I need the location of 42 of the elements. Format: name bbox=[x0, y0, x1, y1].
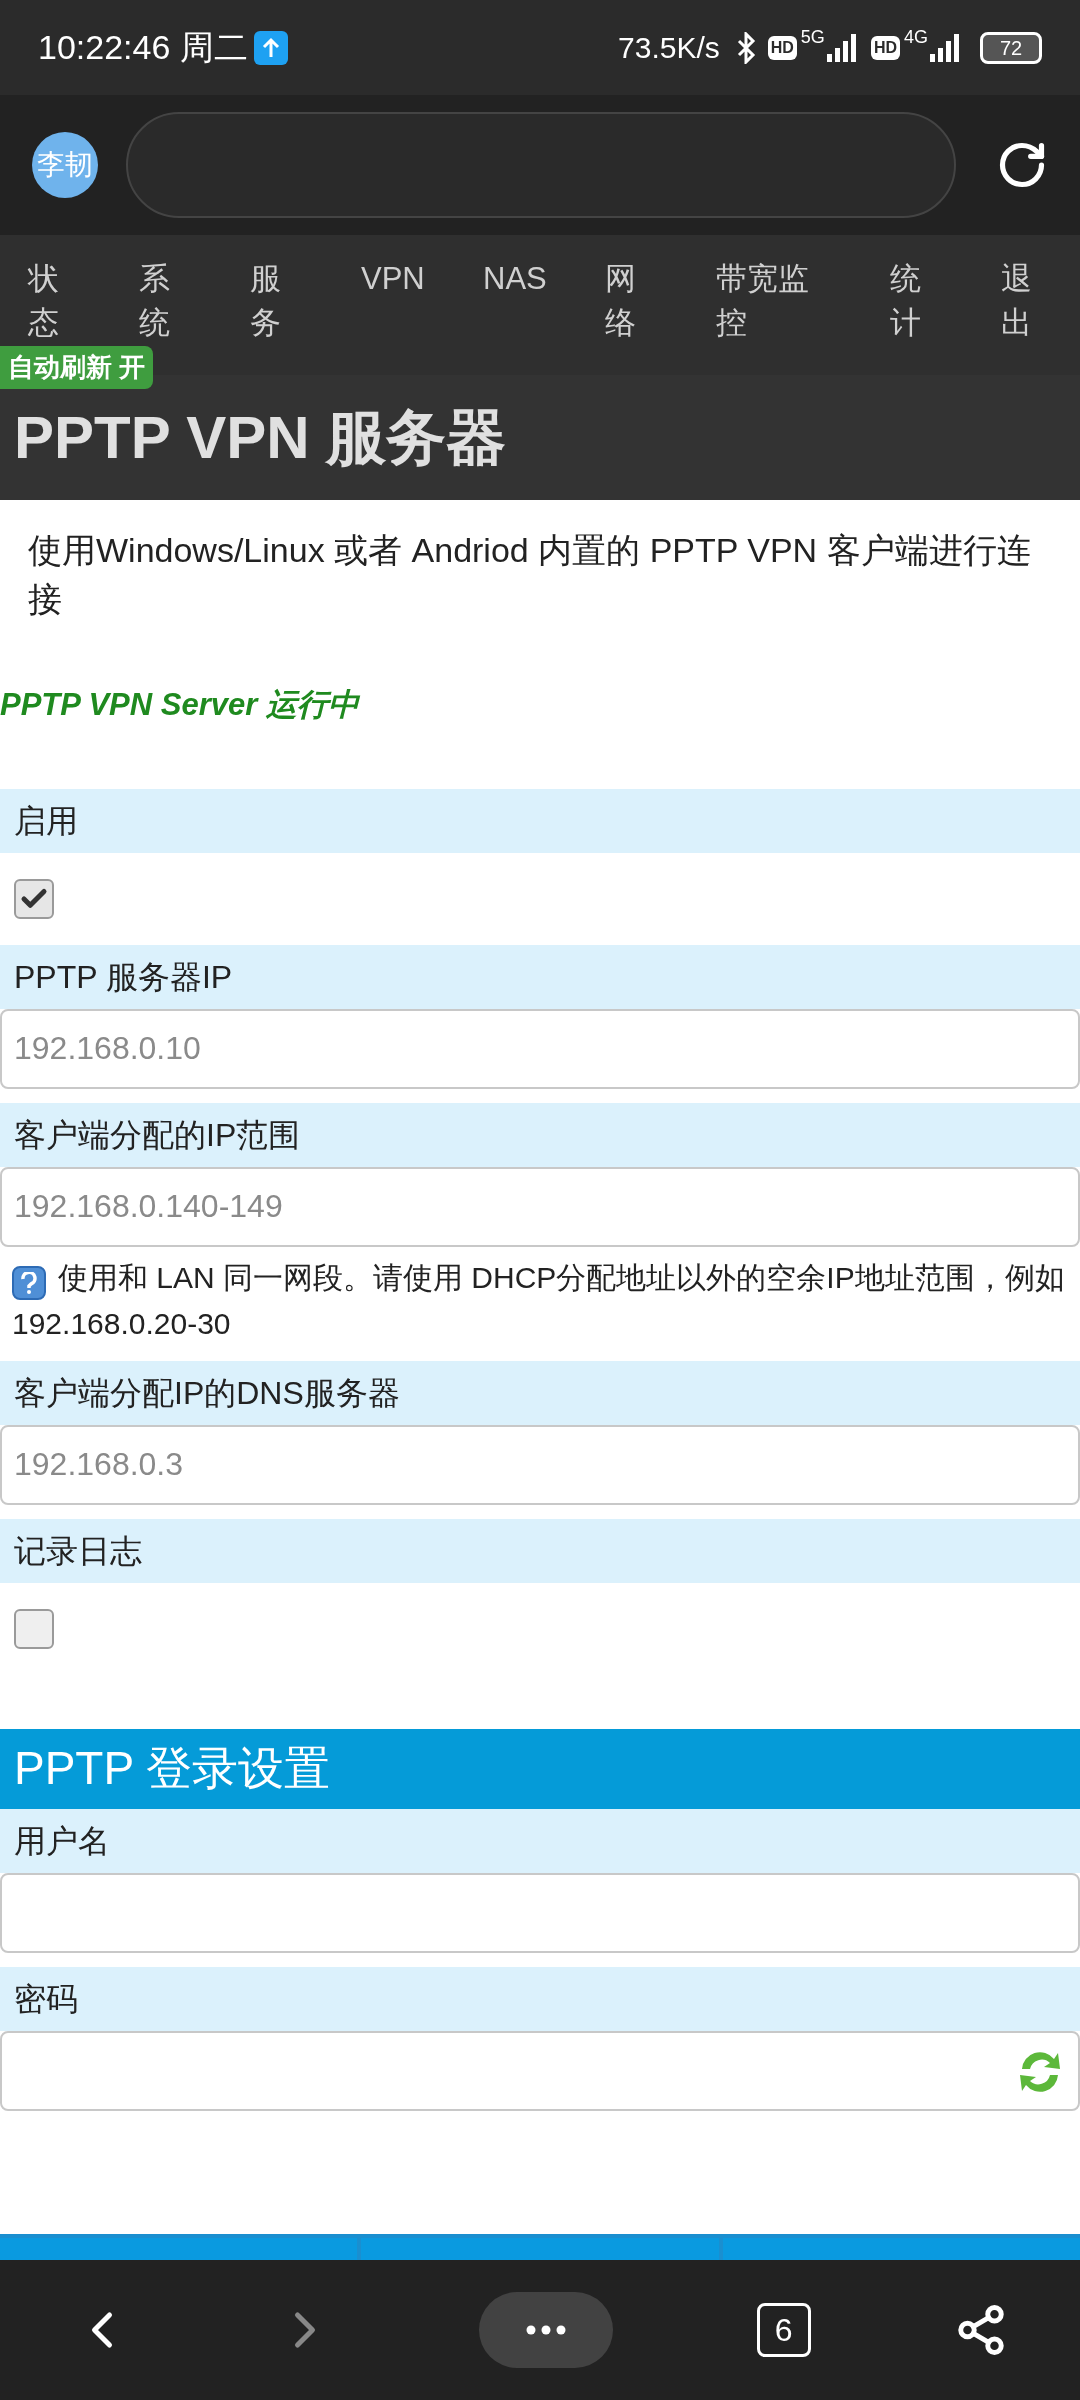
hd-badge: HD bbox=[870, 35, 900, 60]
nav-link[interactable]: 服务 bbox=[250, 257, 283, 345]
nav-link[interactable]: 统计 bbox=[890, 257, 923, 345]
bluetooth-icon bbox=[735, 31, 756, 64]
hd-badge: HD bbox=[767, 35, 797, 60]
status-time: 10:22:46 周二 bbox=[38, 27, 248, 68]
signal-icon bbox=[928, 31, 962, 64]
input-field[interactable] bbox=[0, 1872, 1080, 1953]
nav-link[interactable]: 系统 bbox=[139, 257, 172, 345]
help-icon bbox=[12, 1265, 46, 1300]
page-title: PPTP VPN 服务器 bbox=[14, 402, 507, 473]
more-icon bbox=[526, 2325, 566, 2335]
section-title: PPTP 登录设置 bbox=[14, 1741, 331, 1796]
nav-link[interactable]: 带宽监控 bbox=[716, 257, 816, 345]
field-label: 记录日志 bbox=[14, 1531, 142, 1571]
field-label: 客户端分配的IP范围 bbox=[14, 1115, 301, 1155]
field-label: 启用 bbox=[14, 801, 78, 841]
nav-link[interactable]: NAS bbox=[483, 257, 605, 301]
input-field[interactable]: 192.168.0.10 bbox=[0, 1008, 1080, 1089]
field-label: 客户端分配IP的DNS服务器 bbox=[14, 1373, 400, 1413]
input-field[interactable]: 192.168.0.3 bbox=[0, 1424, 1080, 1505]
nav-link[interactable]: 状态 bbox=[28, 257, 61, 345]
network-speed: 73.5K/s bbox=[618, 30, 720, 66]
description: 使用Windows/Linux 或者 Andriod 内置的 PPTP VPN 客户端进行连接 bbox=[27, 530, 1032, 620]
tabs-count[interactable]: 6 bbox=[756, 2303, 811, 2357]
server-status: PPTP VPN Server 运行中 bbox=[0, 686, 361, 724]
field-label: 密码 bbox=[14, 1979, 78, 2019]
nav-link[interactable]: VPN bbox=[361, 257, 483, 301]
network-type: 4G bbox=[904, 26, 928, 49]
nav-link[interactable]: 退出 bbox=[1001, 257, 1034, 345]
field-label: 用户名 bbox=[14, 1821, 110, 1861]
input-field[interactable]: 192.168.0.140-149 bbox=[0, 1166, 1080, 1247]
nav-link[interactable]: 网络 bbox=[605, 257, 638, 345]
checkbox[interactable] bbox=[14, 878, 54, 919]
network-type: 5G bbox=[800, 26, 825, 49]
upload-icon bbox=[253, 30, 288, 65]
input-field[interactable] bbox=[0, 2030, 1080, 2111]
field-label: PPTP 服务器IP bbox=[14, 957, 233, 997]
checkbox[interactable] bbox=[14, 1608, 54, 1649]
help-text: 使用和 LAN 同一网段。请使用 DHCP分配地址以外的空余IP地址范围，例如 192.168.0.20-30 bbox=[12, 1259, 1066, 1342]
signal-icon bbox=[824, 31, 859, 64]
battery-icon: 72 bbox=[980, 31, 1042, 64]
